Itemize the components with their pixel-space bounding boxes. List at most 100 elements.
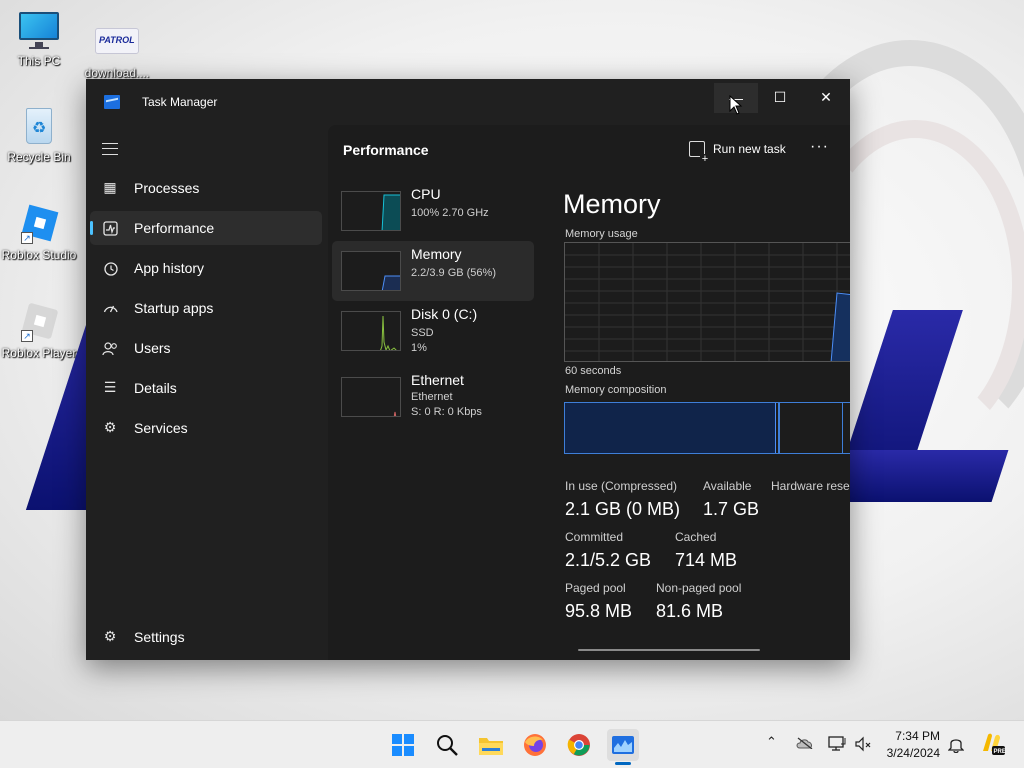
resource-detail: 2.2/3.9 GB (56%) [411,267,496,279]
active-app-indicator [615,762,631,765]
sidebar-item-label: Services [134,420,188,436]
horizontal-scrollbar[interactable] [578,649,760,651]
details-list-icon: ☰ [103,380,117,396]
task-manager-logo-icon [104,95,120,109]
close-icon: ✕ [820,90,832,106]
disk-thumbnail-graph [341,311,401,351]
sidebar-item-users[interactable]: Users [90,331,322,365]
start-button[interactable] [387,729,419,761]
file-explorer-icon [479,738,503,755]
firefox-icon [524,734,546,756]
stat-cached-label: Cached [675,530,717,544]
desktop-icon-this-pc[interactable]: This PC [0,10,81,68]
stat-cached-value: 714 MB [675,550,738,570]
resource-detail: Ethernet [411,391,453,403]
search-icon [437,735,458,756]
desktop-icon-roblox-studio[interactable]: ↗ Roblox Studio [0,204,81,262]
resource-item-ethernet[interactable]: Ethernet Ethernet S: 0 R: 0 Kbps [332,367,534,427]
title-bar[interactable]: Task Manager — ☐ ✕ [86,79,850,125]
search-button[interactable] [431,729,463,761]
taskbar: ⌃ 7:34 PM 3/24/2024 PRE [0,720,1024,768]
sidebar-item-services[interactable]: ⚙ Services [90,411,322,445]
sidebar-item-details[interactable]: ☰ Details [90,371,322,405]
chrome-icon [567,734,590,756]
performance-chart-icon [102,220,118,236]
sidebar-item-label: Startup apps [134,300,214,316]
detail-title: Memory [563,189,661,219]
resource-item-disk[interactable]: Disk 0 (C:) SSD 1% [332,301,534,361]
desktop-icon-recycle-bin[interactable]: ♻ Recycle Bin [0,106,81,164]
stat-available-value: 1.7 GB [703,499,760,519]
clock-time[interactable]: 7:34 PM [884,729,940,743]
task-manager-icon [612,736,634,754]
run-new-task-label: Run new task [713,142,786,156]
window-title: Task Manager [142,95,218,109]
startup-gauge-icon [102,300,118,316]
memory-composition-label: Memory composition [565,384,667,396]
sidebar-item-startup-apps[interactable]: Startup apps [90,291,322,325]
display-icon[interactable] [828,736,846,756]
network-volume-icon[interactable] [854,736,872,756]
history-clock-icon [102,260,118,276]
chrome-button[interactable] [563,729,595,761]
resource-name: Disk 0 (C:) [411,306,478,322]
svg-text:PRE: PRE [994,749,1006,755]
monitor-icon [17,10,61,50]
file-explorer-button[interactable] [475,729,507,761]
maximize-icon: ☐ [773,90,787,106]
page-title: Performance [343,142,429,158]
cpu-thumbnail-graph [341,191,401,231]
task-manager-taskbar-button[interactable] [607,729,639,761]
wallpaper-logo-shape [831,450,1009,502]
stat-committed-label: Committed [565,530,624,544]
stat-available-label: Available [703,479,752,493]
resource-detail: S: 0 R: 0 Kbps [411,406,482,418]
desktop-icon-roblox-player[interactable]: ↗ Roblox Player [0,302,81,360]
desktop-icon-label: Roblox Studio [1,248,77,262]
stat-in-use-label: In use (Compressed) [565,479,678,493]
patrol-logo-icon: PATROL [95,22,139,62]
resource-item-cpu[interactable]: CPU 100% 2.70 GHz [332,181,534,241]
hamburger-menu-icon[interactable] [102,143,118,155]
close-button[interactable]: ✕ [804,83,848,113]
notification-bell-icon[interactable] [947,736,965,757]
memory-composition-bar [564,402,850,454]
stat-hardware-reserved-label: Hardware reser [771,479,850,493]
sidebar-item-app-history[interactable]: App history [90,251,322,285]
stat-in-use-value: 2.1 GB (0 MB) [565,499,681,519]
memory-usage-graph [564,242,850,362]
sidebar-item-settings[interactable]: ⚙ Settings [90,620,322,654]
start-icon [392,734,414,756]
resource-detail: 100% 2.70 GHz [411,207,489,219]
time-span-label: 60 seconds [565,365,622,377]
resource-item-memory[interactable]: Memory 2.2/3.9 GB (56%) [332,241,534,301]
sidebar-item-processes[interactable]: ▦ Processes [90,171,322,205]
memory-usage-label: Memory usage [565,228,638,240]
users-icon [102,340,118,356]
resource-detail: SSD [411,327,434,339]
stat-committed-value: 2.1/5.2 GB [565,550,652,570]
sidebar-item-label: App history [134,260,205,276]
recycle-bin-icon: ♻ [17,106,61,146]
main-panel: Performance Run new task ··· CPU 100% 2.… [328,125,850,660]
firefox-button[interactable] [519,729,551,761]
ethernet-thumbnail-graph [341,377,401,417]
chevron-up-icon[interactable]: ⌃ [766,735,777,750]
sidebar-item-label: Processes [134,180,200,196]
resource-name: Memory [411,246,462,262]
run-task-icon [689,141,710,164]
more-options-button[interactable]: ··· [810,138,829,156]
mouse-cursor-icon [729,95,743,115]
copilot-pre-icon[interactable]: PRE [980,731,1006,761]
resource-detail: 1% [411,342,427,354]
task-manager-window: Task Manager — ☐ ✕ ▦ Processes Performan… [86,79,850,660]
onedrive-icon[interactable] [796,737,814,753]
maximize-button[interactable]: ☐ [758,83,802,113]
desktop-icon-label: Roblox Player [1,346,77,360]
stat-non-paged-pool-value: 81.6 MB [656,601,724,621]
memory-thumbnail-graph [341,251,401,291]
gear-icon: ⚙ [103,629,117,645]
desktop-icon-download[interactable]: PATROL download.... [75,22,159,80]
clock-date[interactable]: 3/24/2024 [880,746,940,760]
sidebar-item-performance[interactable]: Performance [90,211,322,245]
